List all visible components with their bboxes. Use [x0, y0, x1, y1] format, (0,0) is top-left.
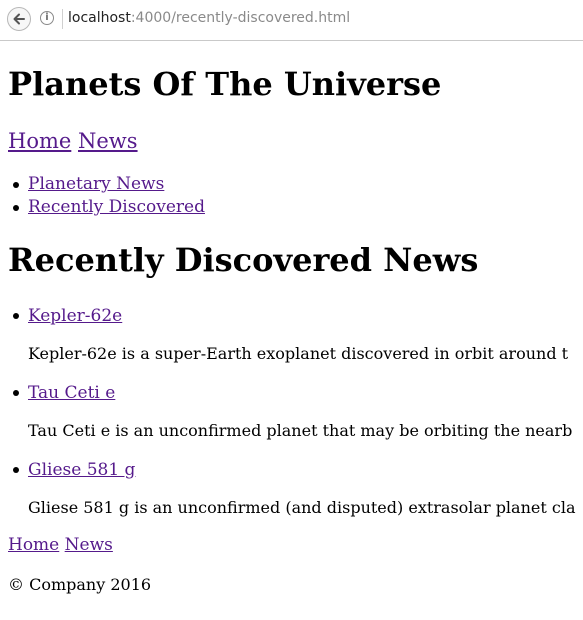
- browser-toolbar: i localhost:4000/recently-discovered.htm…: [0, 0, 583, 41]
- news-item-link[interactable]: Kepler-62e: [28, 306, 122, 326]
- news-item-description: Gliese 581 g is an unconfirmed (and disp…: [28, 498, 576, 517]
- url-host: localhost: [68, 10, 131, 26]
- news-item-description: Tau Ceti e is an unconfirmed planet that…: [28, 421, 573, 440]
- bullet-icon: [13, 313, 19, 319]
- footer-home-link[interactable]: Home: [8, 535, 59, 555]
- nav-news-link[interactable]: News: [78, 129, 138, 153]
- sub-nav-item: Planetary News: [13, 173, 205, 196]
- footer-nav: Home News: [8, 535, 113, 555]
- address-divider: [62, 9, 63, 29]
- bullet-icon: [13, 182, 19, 188]
- news-list: Kepler-62e Kepler-62e is a super-Earth e…: [13, 306, 583, 537]
- bullet-icon: [13, 390, 19, 396]
- news-item: Kepler-62e Kepler-62e is a super-Earth e…: [13, 306, 583, 383]
- nav-home-link[interactable]: Home: [8, 129, 71, 153]
- url-path: :4000/recently-discovered.html: [130, 10, 351, 26]
- address-bar[interactable]: localhost:4000/recently-discovered.html: [68, 10, 350, 26]
- info-icon[interactable]: i: [40, 11, 54, 25]
- news-item-link[interactable]: Gliese 581 g: [28, 460, 135, 480]
- sub-nav-item: Recently Discovered: [13, 196, 205, 219]
- copyright-text: © Company 2016: [8, 575, 152, 594]
- bullet-icon: [13, 205, 19, 211]
- news-item-link[interactable]: Tau Ceti e: [28, 383, 115, 403]
- news-item: Gliese 581 g Gliese 581 g is an unconfir…: [13, 460, 583, 537]
- back-button[interactable]: [7, 7, 31, 31]
- arrow-left-icon: [13, 13, 25, 25]
- bullet-icon: [13, 467, 19, 473]
- news-item-description: Kepler-62e is a super-Earth exoplanet di…: [28, 344, 569, 363]
- top-nav: Home News: [8, 129, 138, 153]
- site-title: Planets Of The Universe: [8, 65, 442, 103]
- section-heading: Recently Discovered News: [8, 241, 479, 279]
- footer-news-link[interactable]: News: [65, 535, 113, 555]
- planetary-news-link[interactable]: Planetary News: [28, 174, 164, 194]
- news-item: Tau Ceti e Tau Ceti e is an unconfirmed …: [13, 383, 583, 460]
- sub-nav: Planetary News Recently Discovered: [13, 173, 205, 219]
- recently-discovered-link[interactable]: Recently Discovered: [28, 197, 205, 217]
